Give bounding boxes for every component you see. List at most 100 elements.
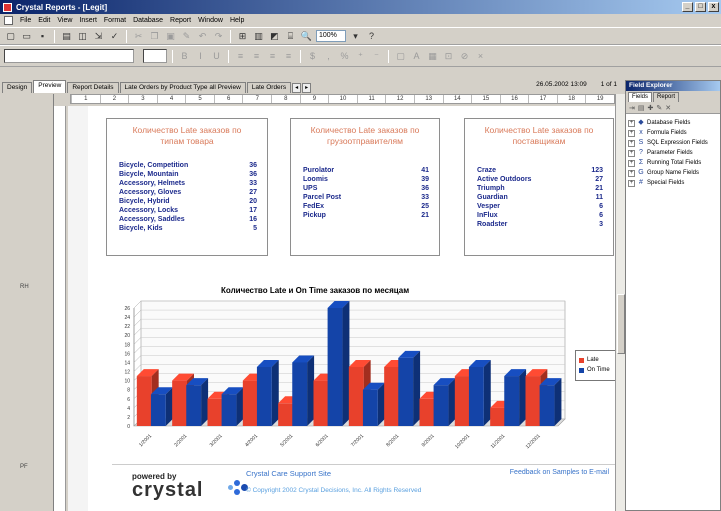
field-tree: + ◆ Database Fields + x Formula Fields + S SQL E… (626, 114, 720, 192)
open-icon[interactable]: ▭ (20, 30, 33, 43)
lock-icon[interactable]: ⊡ (442, 50, 455, 63)
field-category-icon: Σ (638, 159, 644, 166)
redo-icon[interactable]: ↷ (212, 30, 225, 43)
insert-field-icon[interactable]: ⊞ (236, 30, 249, 43)
save-icon[interactable]: ▪ (36, 30, 49, 43)
menu-insert[interactable]: Insert (79, 17, 97, 24)
decimal-decrease-icon[interactable]: ⁻ (370, 50, 383, 63)
report-canvas: Количество Late заказов по типам товара … (68, 106, 615, 511)
suppress-icon[interactable]: ⊘ (458, 50, 471, 63)
cut-icon[interactable]: ✂ (132, 30, 145, 43)
menu-database[interactable]: Database (133, 17, 163, 24)
maximize-button[interactable]: □ (695, 2, 706, 12)
close-button[interactable]: x (708, 2, 719, 12)
menu-edit[interactable]: Edit (38, 17, 50, 24)
delete-field-icon[interactable]: ✕ (665, 104, 671, 112)
justify-icon[interactable]: ≡ (282, 50, 295, 63)
legend-label-on-time: On Time (587, 367, 610, 373)
vertical-scrollbar[interactable] (615, 94, 625, 511)
bar-late (136, 376, 152, 426)
x2-icon[interactable]: × (474, 50, 487, 63)
tab-scroll-right-icon[interactable]: ▸ (302, 83, 312, 93)
insert-chart-icon[interactable]: ▥ (252, 30, 265, 43)
minimize-button[interactable]: _ (682, 2, 693, 12)
expand-icon[interactable]: + (628, 129, 635, 137)
font-size-select[interactable] (143, 49, 167, 63)
bar-on-time-side (377, 382, 385, 426)
field-tree-item[interactable]: + ◆ Database Fields (628, 118, 718, 128)
tab-report-details[interactable]: Report Details (67, 82, 119, 93)
zoom-select[interactable]: 100% (316, 30, 346, 42)
print-icon[interactable]: ▤ (60, 30, 73, 43)
menu-file[interactable]: File (20, 17, 31, 24)
item-name: UPS (303, 185, 318, 192)
insert-icon[interactable]: ⇥ (629, 104, 635, 112)
tab-design[interactable]: Design (2, 82, 33, 93)
italic-icon[interactable]: I (194, 50, 207, 63)
field-tree-item[interactable]: + G Group Name Fields (628, 168, 718, 178)
new-field-icon[interactable]: ✚ (648, 104, 654, 112)
expand-icon[interactable]: + (628, 159, 635, 167)
y-tick-label: 2 (127, 415, 130, 421)
help-icon[interactable]: ? (365, 30, 378, 43)
support-site-link[interactable]: Crystal Care Support Site (246, 469, 331, 478)
expand-icon[interactable]: + (628, 149, 635, 157)
scrollbar-thumb[interactable] (617, 294, 625, 354)
expand-icon[interactable]: + (628, 179, 635, 187)
tab-report[interactable]: Report (653, 92, 680, 102)
bar-on-time (150, 394, 166, 426)
new-icon[interactable]: ▢ (4, 30, 17, 43)
expand-icon[interactable]: + (628, 139, 635, 147)
menu-report[interactable]: Report (170, 17, 191, 24)
menu-view[interactable]: View (57, 17, 72, 24)
paste-icon[interactable]: ▣ (164, 30, 177, 43)
percent-icon[interactable]: % (338, 50, 351, 63)
orders-by-month-chart[interactable]: 024681012141618202224261/2001 2/2001 3/200… (88, 296, 615, 466)
currency-icon[interactable]: $ (306, 50, 319, 63)
align-right-icon[interactable]: ≡ (266, 50, 279, 63)
underline-icon[interactable]: U (210, 50, 223, 63)
spell-icon[interactable]: ✓ (108, 30, 121, 43)
tab-fields[interactable]: Fields (628, 92, 653, 102)
field-tree-item[interactable]: + # Special Fields (628, 178, 718, 188)
print-preview-icon[interactable]: ◫ (76, 30, 89, 43)
field-tree-item[interactable]: + S SQL Expression Fields (628, 138, 718, 148)
menu-format[interactable]: Format (104, 17, 126, 24)
box-title: Количество Late заказов по типам товара (132, 125, 242, 146)
database-expert-icon[interactable]: ⌸ (284, 30, 297, 43)
feedback-link[interactable]: Feedback on Samples to E-mail (510, 469, 609, 476)
align-left-icon[interactable]: ≡ (234, 50, 247, 63)
decimal-increase-icon[interactable]: ⁺ (354, 50, 367, 63)
export-icon[interactable]: ⇲ (92, 30, 105, 43)
edit-field-icon[interactable]: ✎ (656, 104, 662, 112)
font-color-icon[interactable]: A (410, 50, 423, 63)
thousands-icon[interactable]: , (322, 50, 335, 63)
y-tick-label: 14 (124, 360, 130, 366)
browse-icon[interactable]: ▤ (638, 104, 645, 112)
font-select[interactable] (4, 49, 134, 63)
tab-late-orders-product[interactable]: Late Orders by Product Type all Preview (119, 82, 246, 93)
bold-icon[interactable]: B (178, 50, 191, 63)
menu-window[interactable]: Window (198, 17, 223, 24)
field-tree-item[interactable]: +? Parameter Fields (628, 148, 718, 158)
bar-on-time-side (483, 360, 491, 426)
copy-icon[interactable]: ❐ (148, 30, 161, 43)
field-tree-item[interactable]: + x Formula Fields (628, 128, 718, 138)
highlight-icon[interactable]: ▦ (426, 50, 439, 63)
insert-picture-icon[interactable]: ◩ (268, 30, 281, 43)
tab-scroll-left-icon[interactable]: ◂ (292, 83, 302, 93)
list-item: Craze 123 (477, 166, 603, 175)
format-painter-icon[interactable]: ✎ (180, 30, 193, 43)
find-icon[interactable]: 🔍 (300, 30, 313, 43)
expand-icon[interactable]: + (628, 169, 635, 177)
menu-help[interactable]: Help (230, 17, 244, 24)
border-icon[interactable]: ▢ (394, 50, 407, 63)
field-tree-item[interactable]: + Σ Running Total Fields (628, 158, 718, 168)
align-center-icon[interactable]: ≡ (250, 50, 263, 63)
zoom-dropdown-icon[interactable]: ▾ (349, 30, 362, 43)
tab-preview[interactable]: Preview (33, 80, 67, 93)
undo-icon[interactable]: ↶ (196, 30, 209, 43)
tab-late-orders[interactable]: Late Orders (246, 82, 292, 93)
toolbar-separator (300, 49, 301, 63)
expand-icon[interactable]: + (628, 119, 635, 127)
